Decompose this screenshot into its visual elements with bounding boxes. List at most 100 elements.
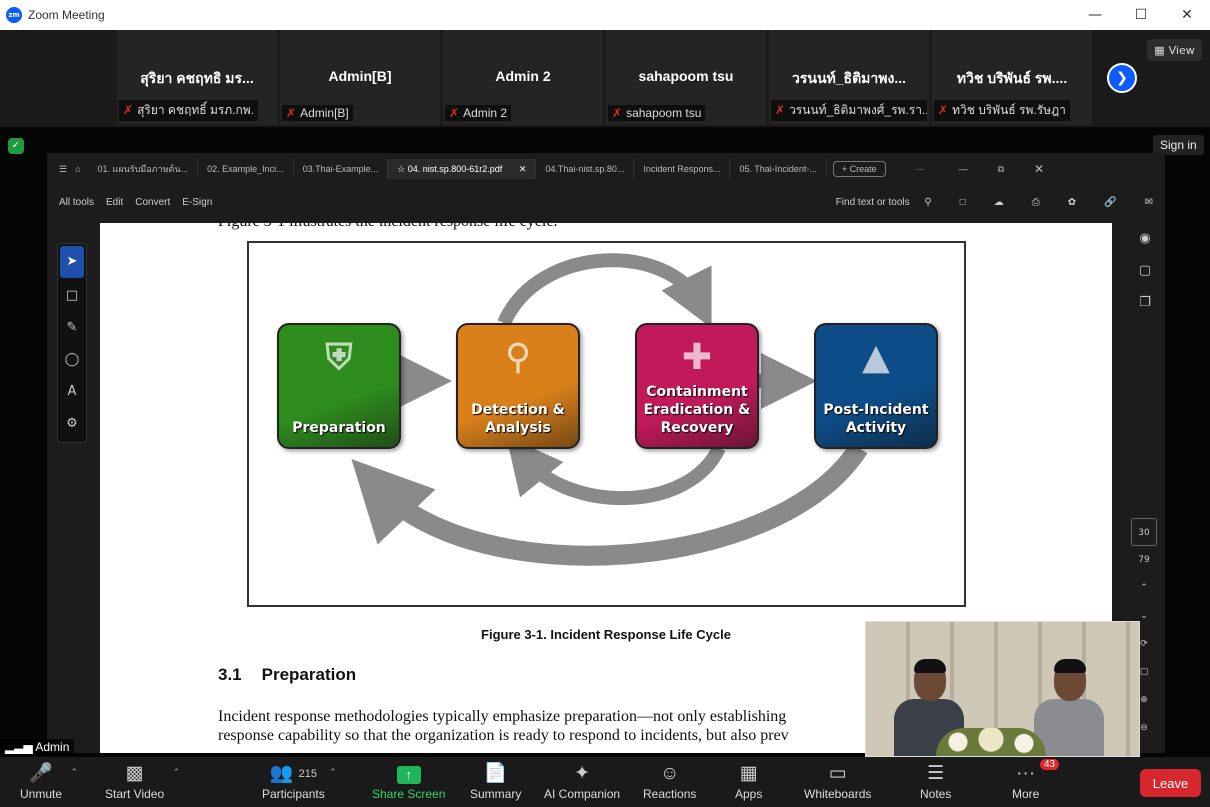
create-button[interactable]: + Create (832, 161, 886, 177)
current-page[interactable]: 30 (1131, 518, 1157, 546)
ai-assistant-icon[interactable]: ✿ (1068, 197, 1076, 208)
menu-convert[interactable]: Convert (135, 197, 170, 208)
whiteboard-icon: ▭ (828, 763, 847, 784)
pen-icon[interactable]: ✎ (58, 312, 86, 344)
stage-detection: ⚲ Detection & Analysis (456, 323, 580, 449)
share-screen-button[interactable]: ↑ Share Screen (372, 761, 445, 801)
start-video-label: Start Video (105, 787, 165, 801)
star-icon[interactable]: ☆ (397, 164, 408, 174)
save-icon[interactable]: □ (960, 197, 966, 208)
pages-icon[interactable]: ❐ (1133, 295, 1157, 327)
life-cycle-figure: ⛨ Preparation ⚲ Detection & Analysis ✚ Cont… (247, 241, 966, 607)
view-button[interactable]: ▦ View (1147, 39, 1202, 61)
unmute-label: Unmute (20, 787, 63, 801)
select-cursor-icon[interactable]: ➤ (60, 246, 84, 278)
page-up-icon[interactable]: ⌃ (1131, 574, 1157, 602)
presenter-tag: ▂▃▅ Admin (0, 739, 75, 755)
pdf-tab-active[interactable]: ☆ 04. nist.sp.800-61r2.pdf ✕ (388, 159, 537, 179)
apps-button[interactable]: ▦ Apps (735, 761, 762, 801)
chevron-up-icon[interactable]: ⌃ (329, 767, 337, 778)
participant-tile[interactable]: สุริยา คชฤทธิ มร... ✗ สุริยา คชฤทธิ์ มรภ.ก… (117, 30, 277, 125)
pdf-tab[interactable]: 04.Thai-nist.sp.80... (536, 159, 635, 179)
notes-label: Notes (920, 787, 952, 801)
summary-button[interactable]: 📄 Summary (470, 761, 521, 801)
pdf-tab[interactable]: 03.Thai-Example... (294, 159, 389, 179)
participant-tile[interactable]: วรนนท์_ธิติมาพง... ✗ วรนนท์_ธิติมาพงศ์_รพ.… (769, 30, 929, 125)
next-page-button[interactable]: ❯ (1107, 63, 1137, 93)
participants-icon: 👥 (269, 763, 294, 784)
leave-button[interactable]: Leave (1140, 769, 1201, 797)
more-button[interactable]: ··· More 43 (1012, 759, 1060, 801)
link-icon[interactable]: 🔗 (1104, 197, 1116, 208)
find-tools-input[interactable]: Find text or tools ⚲ (824, 197, 932, 208)
chevron-up-icon[interactable]: ⌃ (173, 767, 181, 778)
menu-esign[interactable]: E-Sign (182, 197, 212, 208)
participant-tile[interactable]: Admin 2 ✗ Admin 2 (443, 30, 603, 125)
shape-icon[interactable]: ◯ (58, 344, 86, 376)
start-video-button[interactable]: ▩ Start Video ⌃ (105, 761, 180, 801)
shield-icon[interactable]: ✓ (8, 138, 24, 154)
search-icon: ⚲ (924, 196, 932, 208)
unmute-button[interactable]: 🎤 Unmute ⌃ (20, 761, 78, 801)
stage-label: Detection & Analysis (471, 402, 565, 436)
ai-companion-button[interactable]: ✦ AI Companion (544, 761, 620, 801)
reactions-button[interactable]: ☺ Reactions (643, 761, 696, 801)
flowers (936, 728, 1046, 756)
section-title: Preparation (261, 665, 357, 684)
minimize-button[interactable]: — (1072, 0, 1118, 30)
close-tab-icon[interactable]: ✕ (519, 164, 527, 174)
pdf-tab[interactable]: 05. Thai-Incident-... (730, 159, 827, 179)
find-label: Find text or tools (835, 196, 910, 208)
home-icon[interactable]: ⌂ (75, 164, 80, 174)
minimize-icon[interactable]: — (959, 164, 968, 174)
create-label: Create (849, 164, 877, 174)
print-icon[interactable]: ⎙ (1032, 197, 1040, 208)
maximize-button[interactable]: ☐ (1118, 0, 1164, 30)
video-off-icon: ▩ (125, 763, 144, 784)
ai-companion-label: AI Companion (544, 787, 621, 801)
notes-icon: ☰ (927, 763, 945, 784)
mail-icon[interactable]: ✉ (1145, 197, 1153, 208)
participant-name: สุริยา คชฤทธิ มร... (140, 70, 254, 86)
comments-icon[interactable]: ◉ (1133, 231, 1157, 263)
participant-label: ทวิช บริพันธ์ รพ.รัษฎา (952, 103, 1066, 117)
pdf-tab[interactable]: 02. Example_Inci... (198, 159, 294, 179)
pdf-tab[interactable]: 01. แผนรับมือภาษต้น... (89, 159, 199, 179)
total-pages: 79 (1138, 555, 1150, 565)
bookmark-icon[interactable]: ▢ (1133, 263, 1157, 295)
inner-loop-arrow (506, 436, 726, 506)
participant-tile[interactable]: sahapoom tsu ✗ sahapoom tsu (606, 30, 766, 125)
pdf-tab[interactable]: Incident Respons... (634, 159, 731, 179)
menu-edit[interactable]: Edit (106, 197, 123, 208)
participants-button[interactable]: 👥 215 Participants ⌃ (262, 761, 337, 801)
whiteboards-button[interactable]: ▭ Whiteboards (804, 761, 871, 801)
menu-all-tools[interactable]: All tools (59, 197, 94, 208)
plus-icon: + (841, 164, 850, 174)
participant-tile[interactable]: ทวิช บริพันธ์ รพ.... ✗ ทวิช บริพันธ์ รพ.รั… (932, 30, 1092, 125)
stamp-icon[interactable]: ⚙ (58, 408, 86, 440)
menu-icon[interactable]: ☰ (59, 164, 67, 175)
more-icon[interactable]: ··· (916, 164, 925, 174)
participant-name: Admin 2 (495, 68, 551, 84)
participant-label: สุริยา คชฤทธิ์ มรภ.กพ. (137, 103, 255, 117)
participant-tile[interactable]: Admin[B] ✗ Admin[B] (280, 30, 440, 125)
more-icon: ··· (1016, 763, 1036, 784)
participant-label: Admin 2 (463, 106, 508, 120)
restore-icon[interactable]: ⧉ (998, 164, 1004, 175)
view-label: View (1168, 43, 1195, 57)
participants-label: Participants (262, 787, 325, 801)
reactions-label: Reactions (643, 787, 697, 801)
comment-icon[interactable]: □ (58, 280, 86, 312)
close-icon[interactable]: ✕ (1034, 162, 1044, 176)
sign-in-button[interactable]: Sign in (1153, 135, 1204, 155)
participant-label: วรนนท์_ธิติมาพงศ์_รพ.รา... (789, 103, 927, 117)
text-box-icon[interactable]: A (58, 376, 86, 408)
notes-button[interactable]: ☰ Notes (920, 761, 951, 801)
chevron-up-icon[interactable]: ⌃ (70, 767, 78, 778)
speaker-video[interactable] (865, 621, 1140, 757)
close-button[interactable]: ✕ (1164, 0, 1210, 30)
stage-preparation: ⛨ Preparation (277, 323, 401, 449)
upload-icon[interactable]: ☁ (994, 197, 1004, 208)
right-tool-rail: ◉ ▢ ❐ (1133, 231, 1157, 327)
share-screen-label: Share Screen (372, 787, 446, 801)
